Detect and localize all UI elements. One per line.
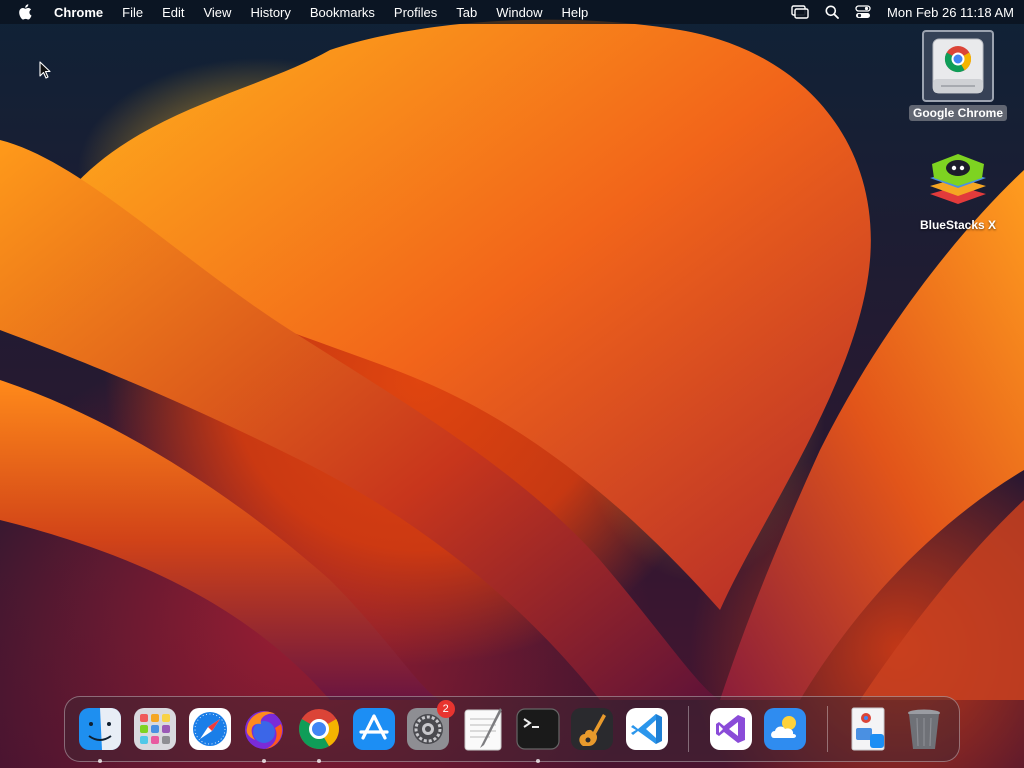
- menu-window[interactable]: Window: [496, 5, 542, 20]
- firefox-icon: [245, 711, 284, 749]
- menu-edit[interactable]: Edit: [162, 5, 184, 20]
- desktop-icon-bluestacks[interactable]: BlueStacks X: [908, 142, 1008, 233]
- dock-item-chrome[interactable]: [295, 704, 344, 763]
- dock-item-garageband[interactable]: [568, 704, 617, 754]
- menu-file[interactable]: File: [122, 5, 143, 20]
- vscode-icon: [626, 708, 669, 750]
- dock-item-terminal[interactable]: [513, 704, 562, 763]
- dock-item-downloads-stack[interactable]: [845, 704, 894, 754]
- menu-bar: Chrome File Edit View History Bookmarks …: [0, 0, 1024, 24]
- menu-history[interactable]: History: [250, 5, 290, 20]
- menu-app-name[interactable]: Chrome: [54, 5, 103, 20]
- dock-item-system-settings[interactable]: 2: [404, 700, 455, 754]
- garageband-icon: [571, 708, 614, 750]
- menu-help[interactable]: Help: [562, 5, 589, 20]
- desktop-wallpaper: [0, 0, 1024, 768]
- dock-separator: [826, 706, 828, 752]
- dock-item-weather[interactable]: [761, 704, 810, 754]
- desktop-icon-label: BlueStacks X: [919, 218, 997, 232]
- trash-icon: [907, 709, 940, 749]
- menu-view[interactable]: View: [203, 5, 231, 20]
- terminal-icon: [516, 708, 560, 750]
- dock-item-firefox[interactable]: [240, 704, 289, 763]
- dock-item-textedit[interactable]: [459, 704, 508, 754]
- dock-item-safari[interactable]: [185, 704, 234, 754]
- screen-mirroring-icon[interactable]: [791, 5, 809, 19]
- apple-menu-icon[interactable]: [18, 4, 34, 20]
- dock-item-trash[interactable]: [899, 704, 948, 754]
- mouse-cursor-icon: [39, 61, 51, 79]
- finder-icon: [79, 708, 122, 750]
- dock-item-launchpad[interactable]: [131, 704, 180, 754]
- safari-icon: [188, 708, 231, 750]
- chrome-icon: [299, 709, 340, 749]
- chrome-disk-icon: [922, 30, 994, 102]
- dock-separator: [688, 706, 690, 752]
- desktop-icon-label: Google Chrome: [908, 105, 1007, 121]
- downloads-stack-icon: [851, 707, 885, 751]
- running-indicator: [317, 759, 322, 763]
- menu-clock[interactable]: Mon Feb 26 11:18 AM: [887, 5, 1014, 20]
- spotlight-search-icon[interactable]: [825, 5, 839, 19]
- dock-item-vscode[interactable]: [623, 704, 672, 754]
- desktop-icon-google-chrome[interactable]: Google Chrome: [908, 30, 1008, 121]
- visual-studio-icon: [709, 708, 752, 750]
- menu-tab[interactable]: Tab: [456, 5, 477, 20]
- menu-profiles[interactable]: Profiles: [394, 5, 437, 20]
- launchpad-icon: [134, 708, 176, 750]
- textedit-icon: [464, 708, 503, 751]
- running-indicator: [535, 759, 540, 763]
- dock-item-visual-studio[interactable]: [706, 704, 755, 754]
- dock: 2: [64, 696, 960, 763]
- control-center-icon[interactable]: [855, 5, 871, 19]
- weather-icon: [764, 708, 807, 750]
- dock-item-finder[interactable]: [76, 704, 125, 763]
- notification-badge: 2: [436, 700, 455, 718]
- app-store-icon: [352, 708, 395, 750]
- dock-item-app-store[interactable]: [349, 704, 398, 754]
- menu-bookmarks[interactable]: Bookmarks: [310, 5, 375, 20]
- bluestacks-icon: [922, 142, 994, 214]
